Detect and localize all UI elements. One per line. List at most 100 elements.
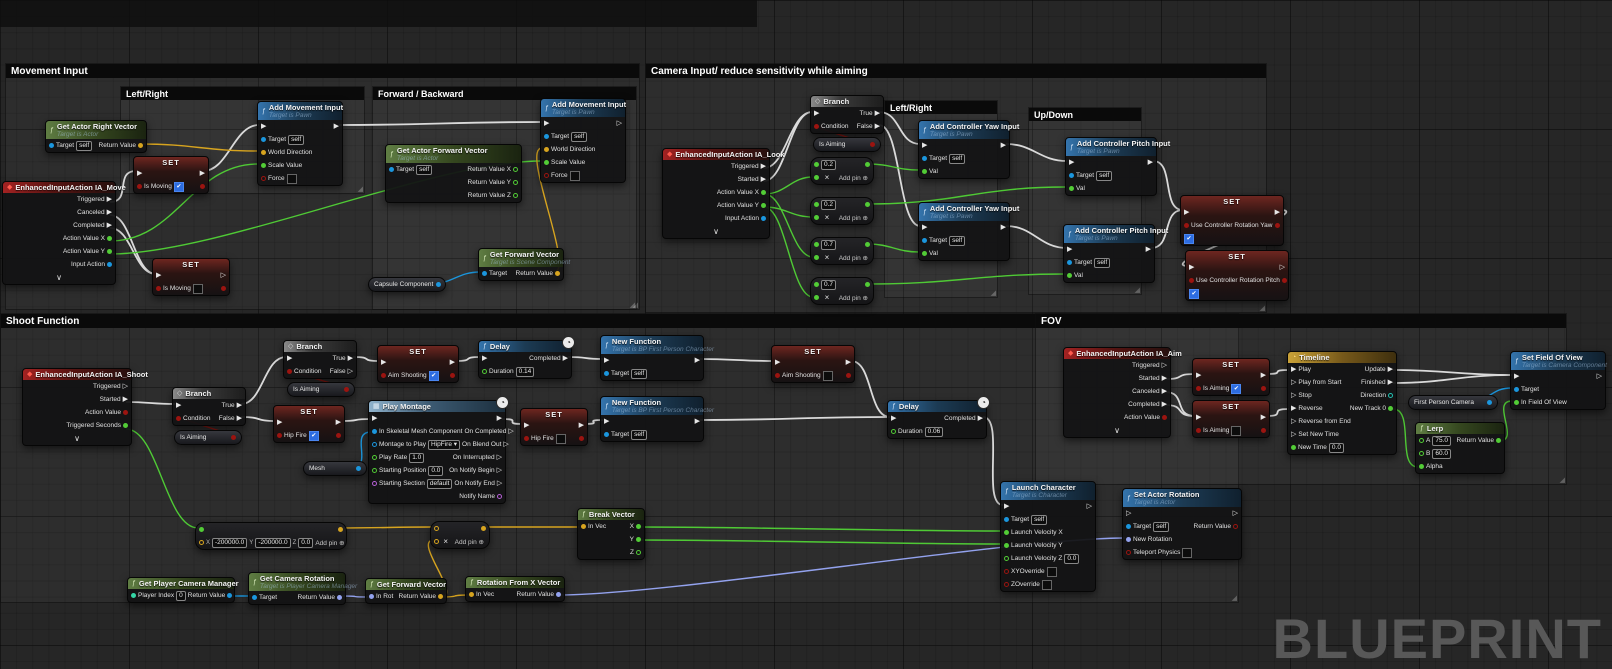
lerp[interactable]: ƒLerpA75.0Return ValueB60.0Alpha: [1415, 422, 1505, 474]
new-function-1[interactable]: ƒNew FunctionTarget is BP First Person C…: [600, 335, 704, 381]
return-value-pin[interactable]: [1496, 438, 1501, 443]
comment-header[interactable]: Movement Input: [6, 64, 639, 78]
return-value-y-pin[interactable]: [513, 180, 518, 185]
in-skeletal-mesh-component-pin[interactable]: [372, 429, 377, 434]
is-aiming-pin[interactable]: [231, 435, 236, 440]
completed-pin[interactable]: ▶: [563, 355, 568, 362]
comment-resize-handle[interactable]: ◢: [1560, 477, 1565, 484]
exec-pin[interactable]: [338, 527, 343, 532]
exec-pin[interactable]: ▶: [1275, 209, 1280, 216]
value-field[interactable]: self: [571, 132, 587, 142]
starting-position-pin[interactable]: [372, 468, 377, 473]
capsule-component-pill[interactable]: Capsule Component: [368, 277, 446, 292]
comment-resize-handle[interactable]: ◢: [1232, 595, 1237, 602]
get-forward-vector-rot[interactable]: ƒGet Forward VectorIn RotReturn Value: [365, 578, 447, 604]
add-pin-button[interactable]: Add pin ⊕: [839, 254, 870, 262]
exec-pin[interactable]: ▶: [497, 415, 502, 422]
exec-pin[interactable]: [434, 526, 439, 531]
aim-shooting-pin[interactable]: [381, 373, 386, 378]
checkbox[interactable]: ✔: [1231, 384, 1241, 394]
value-field[interactable]: 0.7: [821, 240, 836, 250]
exec-pin[interactable]: ▶: [1261, 414, 1266, 421]
x-pin[interactable]: [636, 524, 641, 529]
checkbox[interactable]: [570, 171, 580, 181]
value-field[interactable]: 60.0: [1432, 449, 1451, 459]
return-value-pin[interactable]: [138, 143, 143, 148]
condition-pin[interactable]: [814, 124, 819, 129]
play-pin[interactable]: ▶: [1291, 366, 1296, 373]
input-action-pin[interactable]: [107, 262, 112, 267]
get-actor-forward-vector[interactable]: ƒGet Actor Forward VectorTarget is Actor…: [385, 144, 522, 203]
value-field[interactable]: 75.0: [1432, 436, 1451, 446]
value-field[interactable]: self: [416, 165, 432, 175]
val-pin[interactable]: [1067, 273, 1072, 278]
value-field[interactable]: default: [427, 479, 453, 489]
exec-pin[interactable]: [814, 202, 819, 207]
exec-pin[interactable]: ▶: [544, 120, 549, 127]
target-pin[interactable]: [1004, 517, 1009, 522]
completed-pin[interactable]: ▶: [978, 415, 983, 422]
add-pin-button[interactable]: Add pin ⊕: [839, 174, 870, 182]
set-is-aiming-false[interactable]: SET▶▶Is Aiming: [1192, 400, 1270, 438]
exec-pin[interactable]: ▶: [287, 355, 292, 362]
true-pin[interactable]: ▶: [237, 402, 242, 409]
checkbox[interactable]: [1047, 567, 1057, 577]
launch-velocity-z-pin[interactable]: [1004, 556, 1009, 561]
add-pin-button[interactable]: Add pin ⊕: [455, 538, 486, 546]
exec-pin[interactable]: ▶: [336, 419, 341, 426]
exec-pin[interactable]: [814, 242, 819, 247]
force-pin[interactable]: [544, 173, 549, 178]
action-value-x-pin[interactable]: [761, 190, 766, 195]
exec-pin[interactable]: [221, 286, 226, 291]
enhanced-input-action-ia-aim[interactable]: ◆EnhancedInputAction IA_AimTriggered▷Sta…: [1063, 347, 1171, 438]
target-pin[interactable]: [604, 432, 609, 437]
exec-pin[interactable]: [865, 282, 870, 287]
set-is-moving-true[interactable]: SET▶▶Is Moving✔: [133, 156, 209, 194]
exec-pin[interactable]: ▶: [1196, 414, 1201, 421]
value-field[interactable]: 0.7: [821, 280, 836, 290]
triggered-pin[interactable]: ▷: [1162, 362, 1167, 369]
exec-pin[interactable]: ▶: [334, 123, 339, 130]
value-field[interactable]: self: [1153, 522, 1169, 532]
exec-pin[interactable]: [814, 215, 819, 220]
condition-pin[interactable]: [287, 369, 292, 374]
exec-pin[interactable]: ▶: [137, 170, 142, 177]
exec-pin[interactable]: [865, 242, 870, 247]
comment-header[interactable]: Camera Input/ reduce sensitivity while a…: [646, 64, 1266, 78]
exec-pin[interactable]: ▶: [891, 415, 896, 422]
on-interrupted-pin[interactable]: ▷: [497, 454, 502, 461]
action-value-pin[interactable]: [123, 410, 128, 415]
checkbox[interactable]: [1042, 580, 1052, 590]
is-aiming-pin[interactable]: [870, 142, 875, 147]
triggered-pin[interactable]: ▷: [123, 383, 128, 390]
exec-pin[interactable]: ▶: [277, 419, 282, 426]
started-pin[interactable]: ▶: [761, 176, 766, 183]
exec-pin[interactable]: [200, 184, 205, 189]
set-aim-shooting-true[interactable]: SET▶▶Aim Shooting✔: [377, 345, 459, 383]
comment-header[interactable]: FOV: [1036, 314, 1566, 328]
value-field[interactable]: self: [631, 369, 647, 379]
is-aiming-pin[interactable]: [344, 387, 349, 392]
checkbox[interactable]: [1231, 426, 1241, 436]
in-vec-pin[interactable]: [581, 524, 586, 529]
exec-pin[interactable]: [199, 527, 204, 532]
exec-pin[interactable]: ▶: [1184, 209, 1189, 216]
hip-fire-pin[interactable]: [524, 436, 529, 441]
exec-pin[interactable]: ▷: [1597, 373, 1602, 380]
checkbox[interactable]: [193, 284, 203, 294]
exec-pin[interactable]: ▶: [775, 359, 780, 366]
branch-camera[interactable]: ◇Branch▶True▶ConditionFalse▶: [810, 95, 884, 134]
exec-pin[interactable]: ▶: [604, 418, 609, 425]
new-rotation-pin[interactable]: [1126, 537, 1131, 542]
is-aiming-pill-shoot-1[interactable]: Is Aiming: [174, 430, 242, 445]
exec-pin[interactable]: ▶: [579, 422, 584, 429]
expand-chevron-icon[interactable]: ∨: [56, 274, 62, 282]
exec-pin[interactable]: [199, 540, 204, 545]
exec-pin[interactable]: ▶: [814, 110, 819, 117]
target-pin[interactable]: [544, 134, 549, 139]
get-camera-rotation[interactable]: ƒGet Camera RotationTarget is Player Cam…: [248, 572, 346, 605]
value-field[interactable]: 0.0: [428, 466, 443, 476]
value-field[interactable]: 0.0: [1329, 443, 1344, 453]
is-aiming-pin[interactable]: [1196, 386, 1201, 391]
value-field[interactable]: self: [631, 430, 647, 440]
